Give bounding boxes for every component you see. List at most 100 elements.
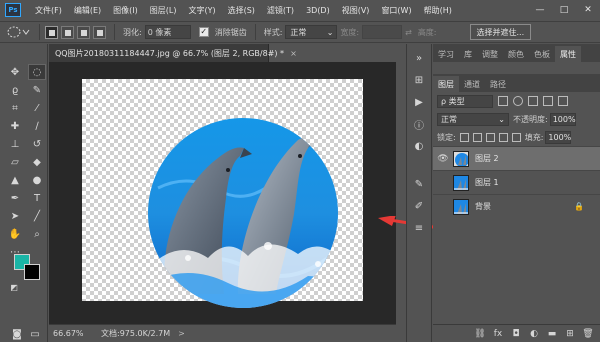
tab-layers[interactable]: 图层 <box>433 76 459 92</box>
tab-learn[interactable]: 学习 <box>433 46 459 62</box>
visibility-eye-icon[interactable]: 👁 <box>433 154 453 164</box>
minimize-button[interactable]: — <box>528 0 552 20</box>
canvas-workspace[interactable] <box>49 62 396 324</box>
swap-icon[interactable]: ⇄ <box>405 28 412 37</box>
tab-swatches[interactable]: 色板 <box>529 46 555 62</box>
adjustments-panel-icon[interactable]: ◐ <box>410 138 428 154</box>
paint-bucket-tool-icon[interactable]: ◆ <box>28 154 46 170</box>
close-document-icon[interactable]: × <box>290 49 297 58</box>
dodge-tool-icon[interactable]: ● <box>28 172 46 188</box>
new-layer-icon[interactable]: ⊞ <box>564 329 576 339</box>
actions-panel-icon[interactable]: ▶ <box>410 94 428 110</box>
quick-select-tool-icon[interactable]: ✎ <box>28 82 46 98</box>
adjustment-icon[interactable]: ◐ <box>528 329 540 339</box>
elliptical-marquee-tool-icon[interactable]: ◌ <box>28 64 46 80</box>
trash-icon[interactable]: 🗑 <box>582 329 594 339</box>
maximize-button[interactable]: □ <box>552 0 576 20</box>
layer-row[interactable]: 👁 图层 2 <box>433 146 600 170</box>
layer-kind-filter[interactable]: ρ 类型 <box>437 94 493 108</box>
feather-input[interactable]: 0 像素 <box>144 25 191 39</box>
mask-icon[interactable]: ◘ <box>510 329 522 339</box>
blur-tool-icon[interactable]: ▲ <box>6 172 24 188</box>
lock-position-icon[interactable] <box>485 132 495 142</box>
type-filter-icon[interactable] <box>528 96 538 106</box>
status-menu-arrow-icon[interactable]: > <box>178 329 185 338</box>
blend-mode-select[interactable]: 正常 ⌄ <box>437 112 509 126</box>
shape-filter-icon[interactable] <box>543 96 553 106</box>
sliders-panel-icon[interactable]: ≡ <box>410 220 428 236</box>
menu-view[interactable]: 视图(V) <box>336 5 376 16</box>
intersect-selection-icon[interactable] <box>93 25 106 39</box>
zoom-tool-icon[interactable]: ⌕ <box>28 226 46 242</box>
layer-row[interactable]: 背景 🔒 <box>433 194 600 218</box>
layer-name[interactable]: 背景 <box>475 201 491 212</box>
width-input[interactable] <box>362 25 403 39</box>
eyedropper-tool-icon[interactable]: ⁄ <box>28 100 46 116</box>
hand-tool-icon[interactable]: ✋ <box>6 226 24 242</box>
menu-file[interactable]: 文件(F) <box>29 5 68 16</box>
fx-icon[interactable]: fx <box>492 329 504 339</box>
healing-brush-tool-icon[interactable]: ✚ <box>6 118 24 134</box>
elliptical-marquee-preset-icon[interactable] <box>4 23 34 41</box>
history-brush-tool-icon[interactable]: ↺ <box>28 136 46 152</box>
menu-edit[interactable]: 编辑(E) <box>68 5 107 16</box>
tab-color[interactable]: 颜色 <box>503 46 529 62</box>
link-icon[interactable]: ⛓ <box>474 329 486 339</box>
add-selection-icon[interactable] <box>61 25 74 39</box>
background-color-swatch[interactable] <box>24 264 40 280</box>
clone-stamp-tool-icon[interactable]: ⊥ <box>6 136 24 152</box>
fill-input[interactable]: 100% <box>545 130 572 144</box>
tab-channels[interactable]: 通道 <box>459 76 485 92</box>
type-tool-icon[interactable]: T <box>28 190 46 206</box>
quick-mask-icon[interactable]: ◙ <box>10 328 24 340</box>
history-panel-icon[interactable]: ⊞ <box>410 72 428 88</box>
pixel-filter-icon[interactable] <box>498 96 508 106</box>
menu-layer[interactable]: 图层(L) <box>144 5 183 16</box>
lasso-tool-icon[interactable]: ϱ <box>6 82 24 98</box>
menu-window[interactable]: 窗口(W) <box>375 5 417 16</box>
folder-icon[interactable]: ▬ <box>546 329 558 339</box>
menu-select[interactable]: 选择(S) <box>222 5 261 16</box>
menu-image[interactable]: 图像(I) <box>107 5 144 16</box>
collapse-arrow-icon[interactable]: » <box>410 50 428 66</box>
menu-help[interactable]: 帮助(H) <box>418 5 458 16</box>
crop-tool-icon[interactable]: ⌗ <box>6 100 24 116</box>
pen-tool-icon[interactable]: ✒ <box>6 190 24 206</box>
subtract-selection-icon[interactable] <box>77 25 90 39</box>
eraser-tool-icon[interactable]: ▱ <box>6 154 24 170</box>
style-select[interactable]: 正常 ⌄ <box>285 25 338 39</box>
adjustment-filter-icon[interactable] <box>513 96 523 106</box>
line-tool-icon[interactable]: ╱ <box>28 208 46 224</box>
layer-name[interactable]: 图层 1 <box>475 177 499 188</box>
lock-artboard-icon[interactable] <box>498 132 508 142</box>
tab-libraries[interactable]: 库 <box>459 46 477 62</box>
lock-image-icon[interactable] <box>472 132 482 142</box>
default-colors-icon[interactable]: ◩ <box>8 282 20 292</box>
info-panel-icon[interactable]: ⓘ <box>410 116 428 132</box>
path-select-tool-icon[interactable]: ➤ <box>6 208 24 224</box>
lock-all-icon[interactable] <box>511 132 521 142</box>
new-selection-icon[interactable] <box>45 25 58 39</box>
document-canvas[interactable] <box>82 79 363 308</box>
brush-tool-icon[interactable]: ∕ <box>28 118 46 134</box>
opacity-input[interactable]: 100% <box>549 112 576 126</box>
menu-3d[interactable]: 3D(D) <box>300 6 336 15</box>
menu-filter[interactable]: 滤镜(T) <box>261 5 300 16</box>
antialias-checkbox[interactable]: ✓ <box>198 27 209 37</box>
document-tab[interactable]: QQ图片20180311184447.jpg @ 66.7% (图层 2, RG… <box>49 44 297 62</box>
tab-paths[interactable]: 路径 <box>485 76 511 92</box>
tab-adjustments[interactable]: 调整 <box>477 46 503 62</box>
brush-settings-icon[interactable]: ✐ <box>410 198 428 214</box>
tab-properties[interactable]: 属性 <box>555 46 581 62</box>
smart-object-filter-icon[interactable] <box>558 96 568 106</box>
screen-mode-icon[interactable]: ▭ <box>28 328 42 340</box>
brush-panel-icon[interactable]: ✎ <box>410 176 428 192</box>
lock-transparent-icon[interactable] <box>459 132 469 142</box>
layer-name[interactable]: 图层 2 <box>475 153 499 164</box>
close-button[interactable]: ✕ <box>576 0 600 20</box>
select-and-mask-button[interactable]: 选择并遮住... <box>469 24 532 40</box>
zoom-level[interactable]: 66.67% <box>53 329 97 338</box>
layer-row[interactable]: 图层 1 <box>433 170 600 194</box>
move-tool-icon[interactable]: ✥ <box>6 64 24 80</box>
menu-type[interactable]: 文字(Y) <box>182 5 221 16</box>
